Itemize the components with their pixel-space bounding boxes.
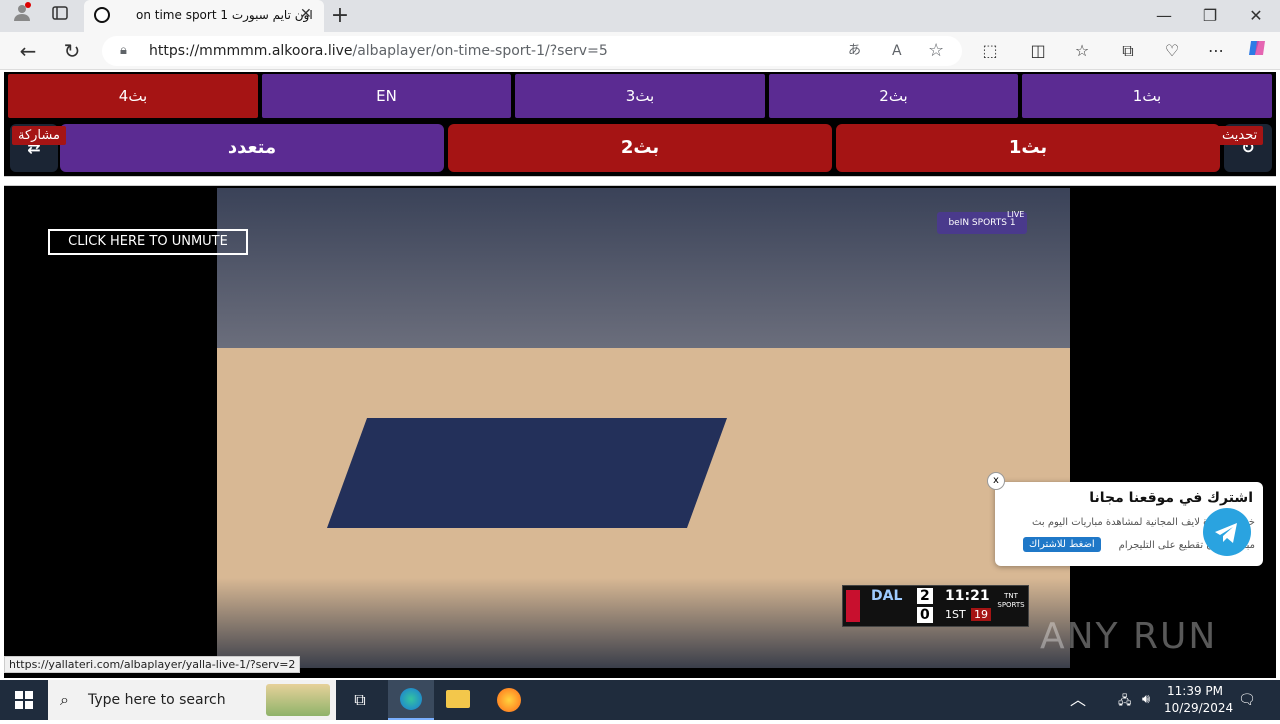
tray-network-icon[interactable]: 🖧︎ <box>1118 680 1136 720</box>
extensions-icon[interactable]: ⬚ <box>976 37 1004 65</box>
shot-clock: 19 <box>971 608 991 621</box>
horizontal-scrollbar[interactable] <box>4 176 1276 186</box>
translate-icon[interactable]: あ <box>848 36 861 66</box>
restore-icon[interactable]: ❐ <box>1196 2 1224 30</box>
game-period: 1ST <box>945 608 966 621</box>
channel-name: beIN SPORTS 1 <box>948 218 1016 228</box>
score-bottom: 0 <box>917 607 933 623</box>
close-tab-icon[interactable]: ✕ <box>300 6 312 22</box>
share-label[interactable]: مشاركة <box>12 126 66 145</box>
page-content: بث4 EN بث3 بث2 بث1 ⇄ متعدد بث2 بث1 ↻ مشا… <box>0 70 1280 680</box>
unmute-button[interactable]: CLICK HERE TO UNMUTE <box>48 229 248 255</box>
tab-bar: on time sport 1 اون تايم سبورت ✕ + — ❐ ✕ <box>0 0 1280 32</box>
tray-volume-icon[interactable]: 🔊︎ <box>1142 680 1160 720</box>
back-icon[interactable]: ← <box>14 37 42 65</box>
tray-chevron-icon[interactable]: ︿ <box>1070 680 1086 720</box>
windows-logo-icon <box>15 691 33 709</box>
url-path: /albaplayer/on-time-sport-1/?serv=5 <box>352 43 608 59</box>
task-view-icon[interactable]: ⧉ <box>344 680 376 720</box>
court-paint <box>326 418 728 528</box>
close-window-icon[interactable]: ✕ <box>1242 2 1270 30</box>
live-badge: LIVE <box>1007 210 1025 219</box>
team-top: DAL <box>871 588 903 604</box>
refresh-label[interactable]: تحديث <box>1216 126 1264 145</box>
server-button-4[interactable]: بث4 <box>8 74 258 118</box>
start-button[interactable] <box>0 680 48 720</box>
server-button-alt-2[interactable]: بث2 <box>448 124 832 172</box>
player-frame: بث4 EN بث3 بث2 بث1 ⇄ متعدد بث2 بث1 ↻ مشا… <box>4 72 1276 678</box>
url-field[interactable]: 🔒︎ https://mmmmm.alkoora.live/albaplayer… <box>102 36 962 66</box>
file-explorer-icon[interactable] <box>446 690 470 708</box>
tab-actions-icon[interactable] <box>46 2 74 30</box>
nba-logo-icon <box>846 590 860 622</box>
more-menu-icon[interactable]: ⋯ <box>1202 37 1230 65</box>
scoreboard: DAL 2 0 11:21 1ST 19 TNT SPORTS <box>842 585 1029 627</box>
address-bar: ← ↻ 🔒︎ https://mmmmm.alkoora.live/albapl… <box>0 32 1280 70</box>
tray-time: 11:39 PM <box>1167 684 1223 698</box>
tray-clock[interactable]: 11:39 PM 10/29/2024 <box>1164 683 1234 717</box>
server-button-alt-1[interactable]: بث1 <box>836 124 1220 172</box>
collections-icon[interactable]: ⧉ <box>1114 37 1142 65</box>
read-aloud-icon[interactable]: A <box>892 36 902 66</box>
anyrun-watermark: ANY RUN <box>1040 616 1218 657</box>
performance-icon[interactable]: ♡ <box>1158 37 1186 65</box>
copilot-icon[interactable] <box>1244 37 1272 65</box>
telegram-icon <box>1215 523 1237 543</box>
server-button-1[interactable]: بث1 <box>1022 74 1272 118</box>
status-bar-url: https://yallateri.com/albaplayer/yalla-l… <box>4 656 301 673</box>
tab-active[interactable]: on time sport 1 اون تايم سبورت ✕ <box>84 0 324 32</box>
favorite-star-icon[interactable]: ☆ <box>928 36 944 66</box>
taskbar-search[interactable]: ⌕ Type here to search <box>48 680 336 720</box>
popup-title: اشترك في موقعنا مجانا <box>1089 490 1253 506</box>
lock-icon: 🔒︎ <box>120 43 127 58</box>
server-button-multi[interactable]: متعدد <box>60 124 444 172</box>
soccer-ball-icon <box>94 7 110 23</box>
video-player[interactable]: beIN SPORTS 1 LIVE DAL 2 0 11:21 1ST 19 … <box>217 188 1070 668</box>
tab-title: on time sport 1 اون تايم سبورت <box>136 8 313 22</box>
split-screen-icon[interactable]: ◫ <box>1024 37 1052 65</box>
minimize-icon[interactable]: — <box>1150 2 1178 30</box>
search-highlight-image <box>266 684 330 716</box>
server-button-en[interactable]: EN <box>262 74 511 118</box>
profile-icon[interactable] <box>8 2 36 30</box>
search-placeholder: Type here to search <box>88 692 226 708</box>
edge-taskbar-icon[interactable] <box>388 680 434 720</box>
server-button-2[interactable]: بث2 <box>769 74 1018 118</box>
firefox-icon[interactable] <box>497 688 521 712</box>
new-tab-icon[interactable]: + <box>326 2 354 30</box>
server-button-3[interactable]: بث3 <box>515 74 765 118</box>
tray-date: 10/29/2024 <box>1164 701 1234 715</box>
popup-close-button[interactable]: x <box>987 472 1005 490</box>
telegram-button[interactable] <box>1203 508 1251 556</box>
reload-icon[interactable]: ↻ <box>58 37 86 65</box>
favorites-icon[interactable]: ☆ <box>1068 37 1096 65</box>
notifications-icon[interactable]: 🗨︎ <box>1238 680 1256 720</box>
network-logo: TNT SPORTS <box>997 592 1025 609</box>
url-host: https://mmmmm.alkoora.live <box>149 43 353 59</box>
popup-subscribe-button[interactable]: اضغط للاشتراك <box>1023 537 1101 552</box>
score-top: 2 <box>917 588 933 604</box>
game-clock: 11:21 <box>945 588 990 604</box>
search-icon: ⌕ <box>60 690 69 709</box>
taskbar: ⌕ Type here to search ⧉ ︿ 🖧︎ 🔊︎ 11:39 PM… <box>0 680 1280 720</box>
